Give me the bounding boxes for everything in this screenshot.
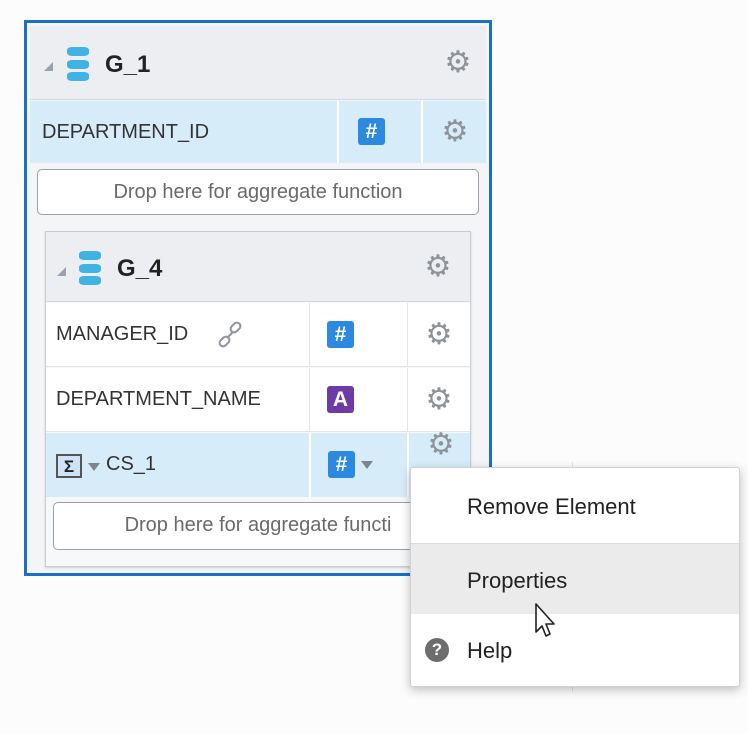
link-icon (216, 321, 244, 349)
menu-item-label: Remove Element (467, 494, 636, 519)
settings-cell[interactable]: ⚙ (421, 101, 486, 163)
gear-icon[interactable]: ⚙ (424, 385, 454, 415)
text-type-icon[interactable]: A (327, 386, 354, 413)
column-divider (407, 368, 408, 432)
number-type-icon: # (358, 118, 385, 145)
database-icon (67, 47, 89, 81)
collapse-triangle-icon[interactable] (44, 62, 53, 71)
number-type-icon[interactable]: # (328, 451, 355, 478)
group-g1-header: G_1 ⚙ (30, 26, 486, 100)
row-label: CS_1 (106, 453, 157, 475)
row-label: DEPARTMENT_ID (42, 121, 210, 143)
type-cell[interactable]: # (309, 433, 407, 497)
gear-icon[interactable]: ⚙ (423, 252, 453, 282)
cursor-icon (533, 602, 561, 642)
menu-item-label: Properties (467, 568, 568, 593)
group-title: G_4 (117, 255, 163, 282)
aggregate-drop-zone[interactable]: Drop here for aggregate function (37, 169, 479, 215)
gear-icon[interactable]: ⚙ (440, 117, 470, 147)
database-icon (79, 251, 101, 285)
menu-item-remove-element[interactable]: Remove Element (411, 468, 739, 543)
group-g4-panel[interactable]: G_4 ⚙ MANAGER_ID # ⚙ DEPARTMENT_NAME A ⚙… (45, 231, 471, 567)
row-label: MANAGER_ID (56, 323, 189, 345)
column-divider (309, 303, 310, 367)
help-icon: ? (425, 638, 449, 662)
aggregate-drop-zone[interactable]: Drop here for aggregate functi (53, 502, 463, 550)
group-title: G_1 (105, 51, 151, 78)
number-type-icon[interactable]: # (327, 321, 354, 348)
chevron-down-icon[interactable] (361, 461, 373, 469)
group-g4-header: G_4 ⚙ (46, 232, 470, 302)
collapse-triangle-icon[interactable] (57, 267, 66, 276)
menu-item-help[interactable]: ? Help (411, 614, 739, 686)
group-row-department-name[interactable]: DEPARTMENT_NAME A ⚙ (46, 368, 470, 432)
group-row-manager-id[interactable]: MANAGER_ID # ⚙ (46, 303, 470, 367)
chevron-down-icon[interactable] (88, 463, 100, 471)
column-divider (309, 368, 310, 432)
group-row-department-id[interactable]: DEPARTMENT_ID # ⚙ (30, 101, 486, 163)
type-cell[interactable]: # (337, 101, 421, 163)
row-label: DEPARTMENT_NAME (56, 388, 261, 410)
gear-icon[interactable]: ⚙ (426, 430, 456, 460)
context-menu[interactable]: Remove Element Properties ? Help (410, 467, 740, 687)
sigma-icon[interactable]: Σ (56, 454, 82, 478)
menu-item-label: Help (467, 638, 513, 663)
gear-icon[interactable]: ⚙ (424, 320, 454, 350)
menu-item-properties[interactable]: Properties (411, 544, 739, 614)
group-row-cs-1[interactable]: Σ CS_1 # ⚙ (46, 430, 470, 497)
gear-icon[interactable]: ⚙ (443, 48, 473, 78)
column-divider (407, 303, 408, 367)
